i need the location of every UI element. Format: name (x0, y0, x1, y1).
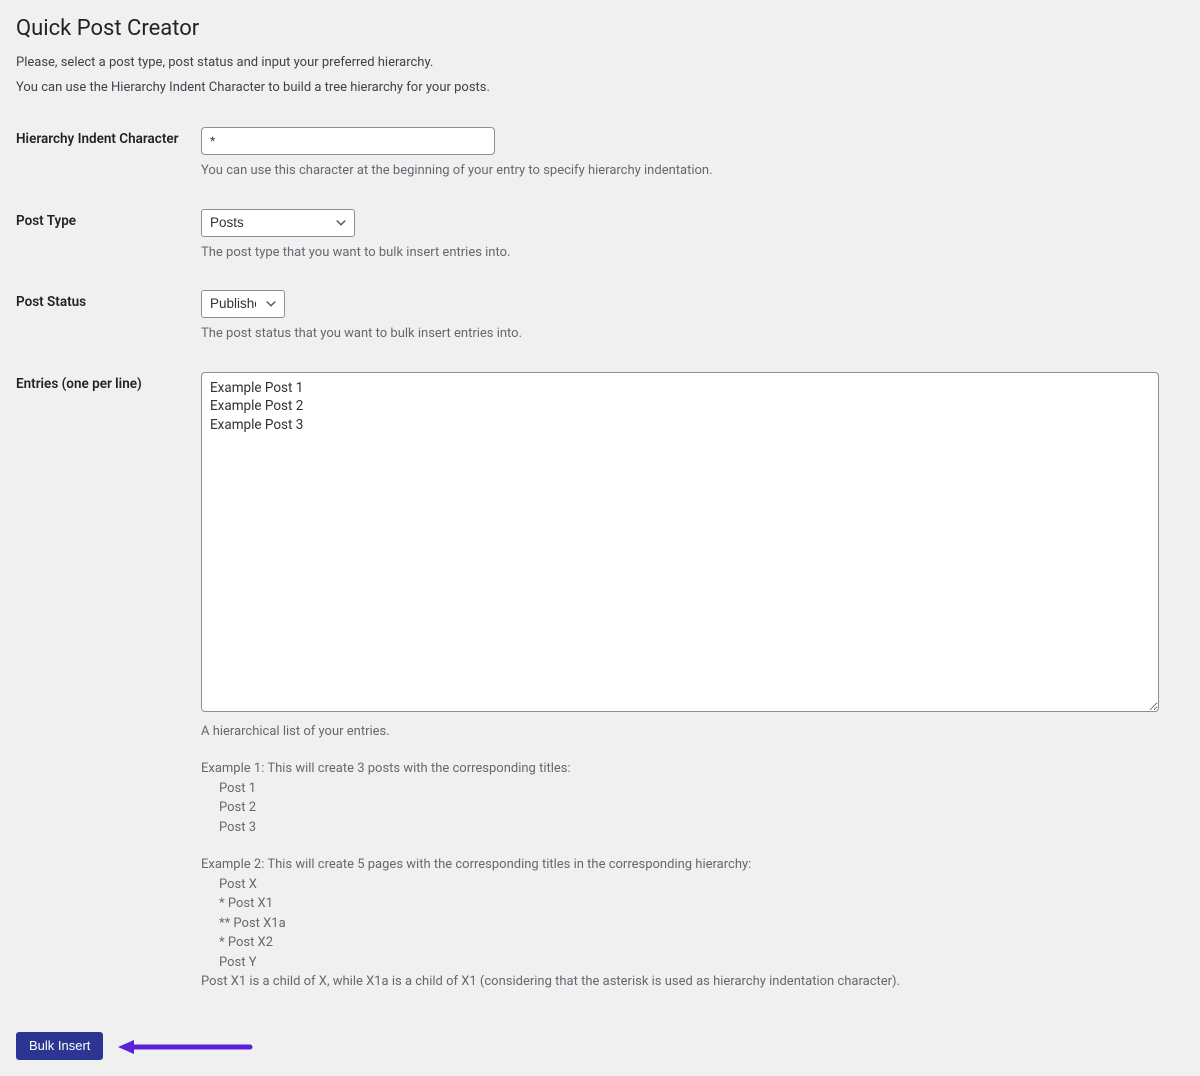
post-status-label: Post Status (16, 276, 201, 358)
post-status-description: The post status that you want to bulk in… (201, 324, 1174, 344)
post-type-select[interactable]: Posts (201, 209, 355, 237)
example-2-line: * Post X1 (201, 894, 1174, 914)
form-table: Hierarchy Indent Character You can use t… (16, 113, 1184, 1006)
intro-text-2: You can use the Hierarchy Indent Charact… (16, 80, 1184, 95)
example-1-line: Post 2 (201, 798, 1174, 818)
example-2-line: Post Y (201, 953, 1174, 973)
post-type-description: The post type that you want to bulk inse… (201, 243, 1174, 263)
hierarchy-indent-input[interactable] (201, 127, 495, 155)
entries-description: A hierarchical list of your entries. (201, 722, 1174, 742)
submit-row: Bulk Insert (16, 1032, 1184, 1061)
example-2-heading: Example 2: This will create 5 pages with… (201, 855, 1174, 875)
example-2-line: Post X (201, 875, 1174, 895)
example-2-footer: Post X1 is a child of X, while X1a is a … (201, 972, 1174, 992)
example-1-line: Post 3 (201, 818, 1174, 838)
example-2-line: ** Post X1a (201, 914, 1174, 934)
bulk-insert-button[interactable]: Bulk Insert (16, 1032, 103, 1061)
post-status-select[interactable]: Published (201, 290, 285, 318)
post-type-label: Post Type (16, 195, 201, 277)
entries-textarea[interactable] (201, 372, 1159, 712)
hierarchy-description: You can use this character at the beginn… (201, 161, 1174, 181)
page-title: Quick Post Creator (16, 16, 1184, 41)
example-2-line: * Post X2 (201, 933, 1174, 953)
example-2-block: Example 2: This will create 5 pages with… (201, 855, 1174, 992)
hierarchy-label: Hierarchy Indent Character (16, 113, 201, 195)
example-1-line: Post 1 (201, 779, 1174, 799)
example-1-block: Example 1: This will create 3 posts with… (201, 759, 1174, 837)
example-1-heading: Example 1: This will create 3 posts with… (201, 759, 1174, 779)
entries-label: Entries (one per line) (16, 358, 201, 1006)
arrow-annotation-icon (116, 1038, 254, 1060)
intro-text-1: Please, select a post type, post status … (16, 55, 1184, 70)
